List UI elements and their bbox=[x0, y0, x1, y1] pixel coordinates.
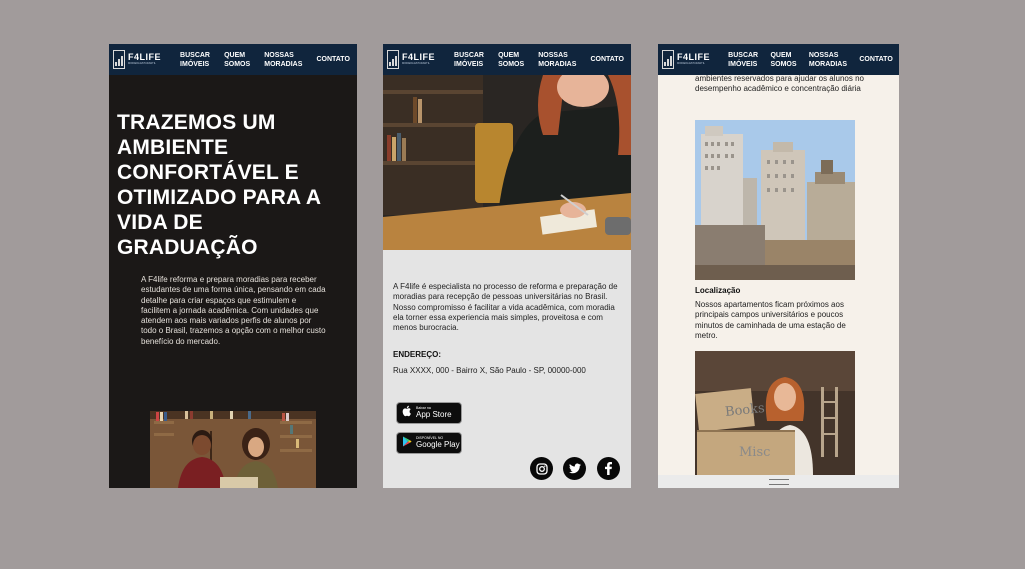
app-store-label: App Store bbox=[416, 410, 452, 420]
box-label-misc: Misc bbox=[739, 445, 771, 460]
navbar: F4LIFE MORADIA ESTUDANTIL BUSCAR IMÓVEIS … bbox=[658, 44, 899, 75]
logo-mark-icon bbox=[113, 50, 125, 69]
moving-boxes-photo: Books Misc bbox=[695, 351, 855, 475]
students-photo bbox=[150, 411, 316, 488]
logo-name: F4LIFE bbox=[128, 52, 162, 63]
drag-handle-icon bbox=[768, 478, 789, 485]
nav-buscar-imoveis[interactable]: BUSCAR IMÓVEIS bbox=[454, 51, 484, 69]
nav-buscar-imoveis[interactable]: BUSCAR IMÓVEIS bbox=[180, 51, 210, 69]
hero-description: A F4life reforma e prepara moradias para… bbox=[141, 275, 326, 346]
twitter-icon[interactable] bbox=[563, 457, 586, 480]
logo-mark-icon bbox=[662, 50, 674, 69]
address-value: Rua XXXX, 000 - Bairro X, São Paulo - SP… bbox=[393, 366, 586, 375]
location-title: Localização bbox=[695, 286, 741, 295]
navbar: F4LIFE MORADIA ESTUDANTIL BUSCAR IMÓVEIS … bbox=[109, 44, 357, 75]
nav-quem-somos[interactable]: QUEM SOMOS bbox=[224, 51, 250, 69]
nav-nossas-moradias[interactable]: NOSSAS MORADIAS bbox=[809, 51, 847, 69]
facebook-icon[interactable] bbox=[597, 457, 620, 480]
city-buildings-photo bbox=[695, 120, 855, 280]
amenities-text: ambientes reservados para ajudar os alun… bbox=[695, 74, 864, 94]
student-writing-photo bbox=[383, 75, 631, 250]
nav-buscar-imoveis[interactable]: BUSCAR IMÓVEIS bbox=[728, 51, 758, 69]
apple-icon bbox=[402, 404, 412, 422]
mobile-screen-features: F4LIFE MORADIA ESTUDANTIL BUSCAR IMÓVEIS … bbox=[658, 44, 899, 488]
logo[interactable]: F4LIFE MORADIA ESTUDANTIL bbox=[662, 50, 722, 69]
location-description: Nossos apartamentos ficam próximos aos p… bbox=[695, 300, 846, 340]
nav-quem-somos[interactable]: QUEM SOMOS bbox=[498, 51, 524, 69]
mobile-screen-about: F4LIFE MORADIA ESTUDANTIL BUSCAR IMÓVEIS … bbox=[383, 44, 631, 488]
google-play-icon bbox=[402, 434, 412, 452]
navbar: F4LIFE MORADIA ESTUDANTIL BUSCAR IMÓVEIS … bbox=[383, 44, 631, 75]
logo[interactable]: F4LIFE MORADIA ESTUDANTIL bbox=[113, 50, 173, 69]
logo-tagline: MORADIA ESTUDANTIL bbox=[677, 62, 705, 66]
nav-contato[interactable]: CONTATO bbox=[590, 55, 623, 64]
logo-name: F4LIFE bbox=[677, 52, 711, 63]
nav-nossas-moradias[interactable]: NOSSAS MORADIAS bbox=[538, 51, 576, 69]
logo-mark-icon bbox=[387, 50, 399, 69]
nav-contato[interactable]: CONTATO bbox=[859, 55, 892, 64]
nav-contato[interactable]: CONTATO bbox=[316, 55, 349, 64]
nav-quem-somos[interactable]: QUEM SOMOS bbox=[770, 51, 796, 69]
logo-name: F4LIFE bbox=[402, 52, 436, 63]
hero-title: TRAZEMOS UM AMBIENTE CONFORTÁVEL E OTIMI… bbox=[117, 111, 321, 259]
google-play-button[interactable]: DISPONÍVEL NO Google Play bbox=[396, 432, 462, 454]
nav-nossas-moradias[interactable]: NOSSAS MORADIAS bbox=[264, 51, 302, 69]
logo[interactable]: F4LIFE MORADIA ESTUDANTIL bbox=[387, 50, 447, 69]
google-play-label: Google Play bbox=[416, 440, 460, 450]
app-store-button[interactable]: Baixar na App Store bbox=[396, 402, 462, 424]
logo-tagline: MORADIA ESTUDANTIL bbox=[402, 62, 430, 66]
address-label: ENDEREÇO: bbox=[393, 350, 442, 359]
mobile-screen-home: F4LIFE MORADIA ESTUDANTIL BUSCAR IMÓVEIS … bbox=[109, 44, 357, 488]
instagram-icon[interactable] bbox=[530, 457, 553, 480]
scroll-handle-bar[interactable] bbox=[658, 475, 899, 488]
logo-tagline: MORADIA ESTUDANTIL bbox=[128, 62, 156, 66]
about-description: A F4life é especialista no processo de r… bbox=[393, 282, 618, 333]
